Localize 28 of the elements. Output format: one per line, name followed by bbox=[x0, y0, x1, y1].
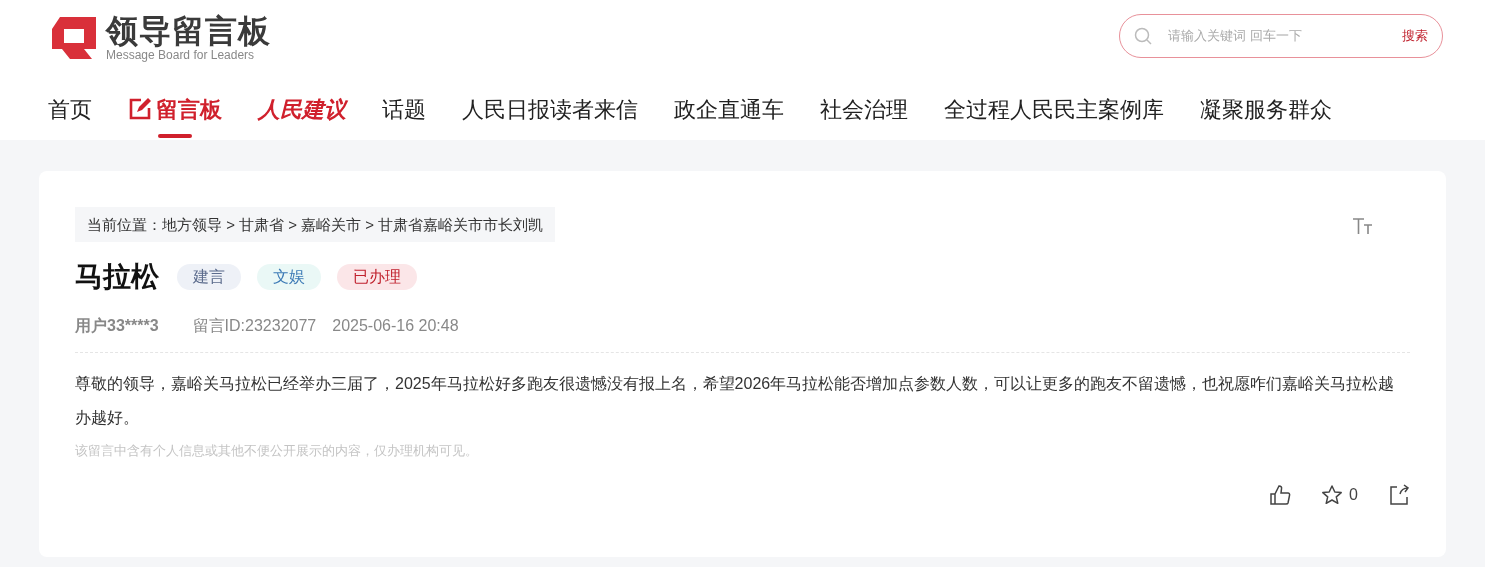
message-id: 留言ID:23232077 bbox=[192, 316, 317, 336]
logo-title: 领导留言板 bbox=[106, 14, 271, 48]
nav-tab[interactable]: 政企直通车 bbox=[674, 84, 784, 134]
nav-tab[interactable]: 首页 bbox=[48, 84, 92, 134]
user-name: 用户33****3 bbox=[75, 316, 159, 336]
post-body: 尊敬的领导，嘉峪关马拉松已经举办三届了，2025年马拉松好多跑友很遗憾没有报上名，希望2026年马拉松能否增加点参数人数，可以让更多的跑友不留遗憾，也祝愿咋们嘉峪关马拉松越办越好。 bbox=[75, 374, 1396, 428]
nav-tab[interactable]: 人民建议 bbox=[258, 84, 346, 134]
favorite-count: 0 bbox=[1349, 485, 1358, 505]
tag: 已办理 bbox=[337, 264, 417, 290]
star-icon[interactable] bbox=[1321, 484, 1344, 506]
tag: 文娱 bbox=[257, 264, 321, 290]
thumbs-up-icon[interactable] bbox=[1269, 484, 1292, 506]
logo-subtitle: Message Board for Leaders bbox=[106, 48, 256, 62]
post-time: 2025-06-16 20:48 bbox=[332, 316, 459, 336]
post-title: 马拉松 bbox=[75, 260, 159, 294]
search-icon bbox=[1134, 27, 1152, 45]
tag: 建言 bbox=[177, 264, 241, 290]
font-size-icon[interactable] bbox=[1352, 217, 1374, 235]
logo-icon bbox=[50, 15, 98, 61]
edit-icon bbox=[128, 97, 152, 121]
nav-tab[interactable]: 社会治理 bbox=[820, 84, 908, 134]
search-button[interactable]: 搜索 bbox=[1402, 26, 1428, 46]
nav-tab[interactable]: 全过程人民民主案例库 bbox=[944, 84, 1164, 134]
nav-tab[interactable]: 凝聚服务群众 bbox=[1200, 84, 1332, 134]
breadcrumb: 当前位置：地方领导 > 甘肃省 > 嘉峪关市 > 甘肃省嘉峪关市市长刘凯 bbox=[75, 207, 556, 242]
nav-tab[interactable]: 话题 bbox=[382, 84, 426, 134]
share-icon[interactable] bbox=[1388, 484, 1410, 506]
nav-tab[interactable]: 人民日报读者来信 bbox=[462, 84, 638, 134]
